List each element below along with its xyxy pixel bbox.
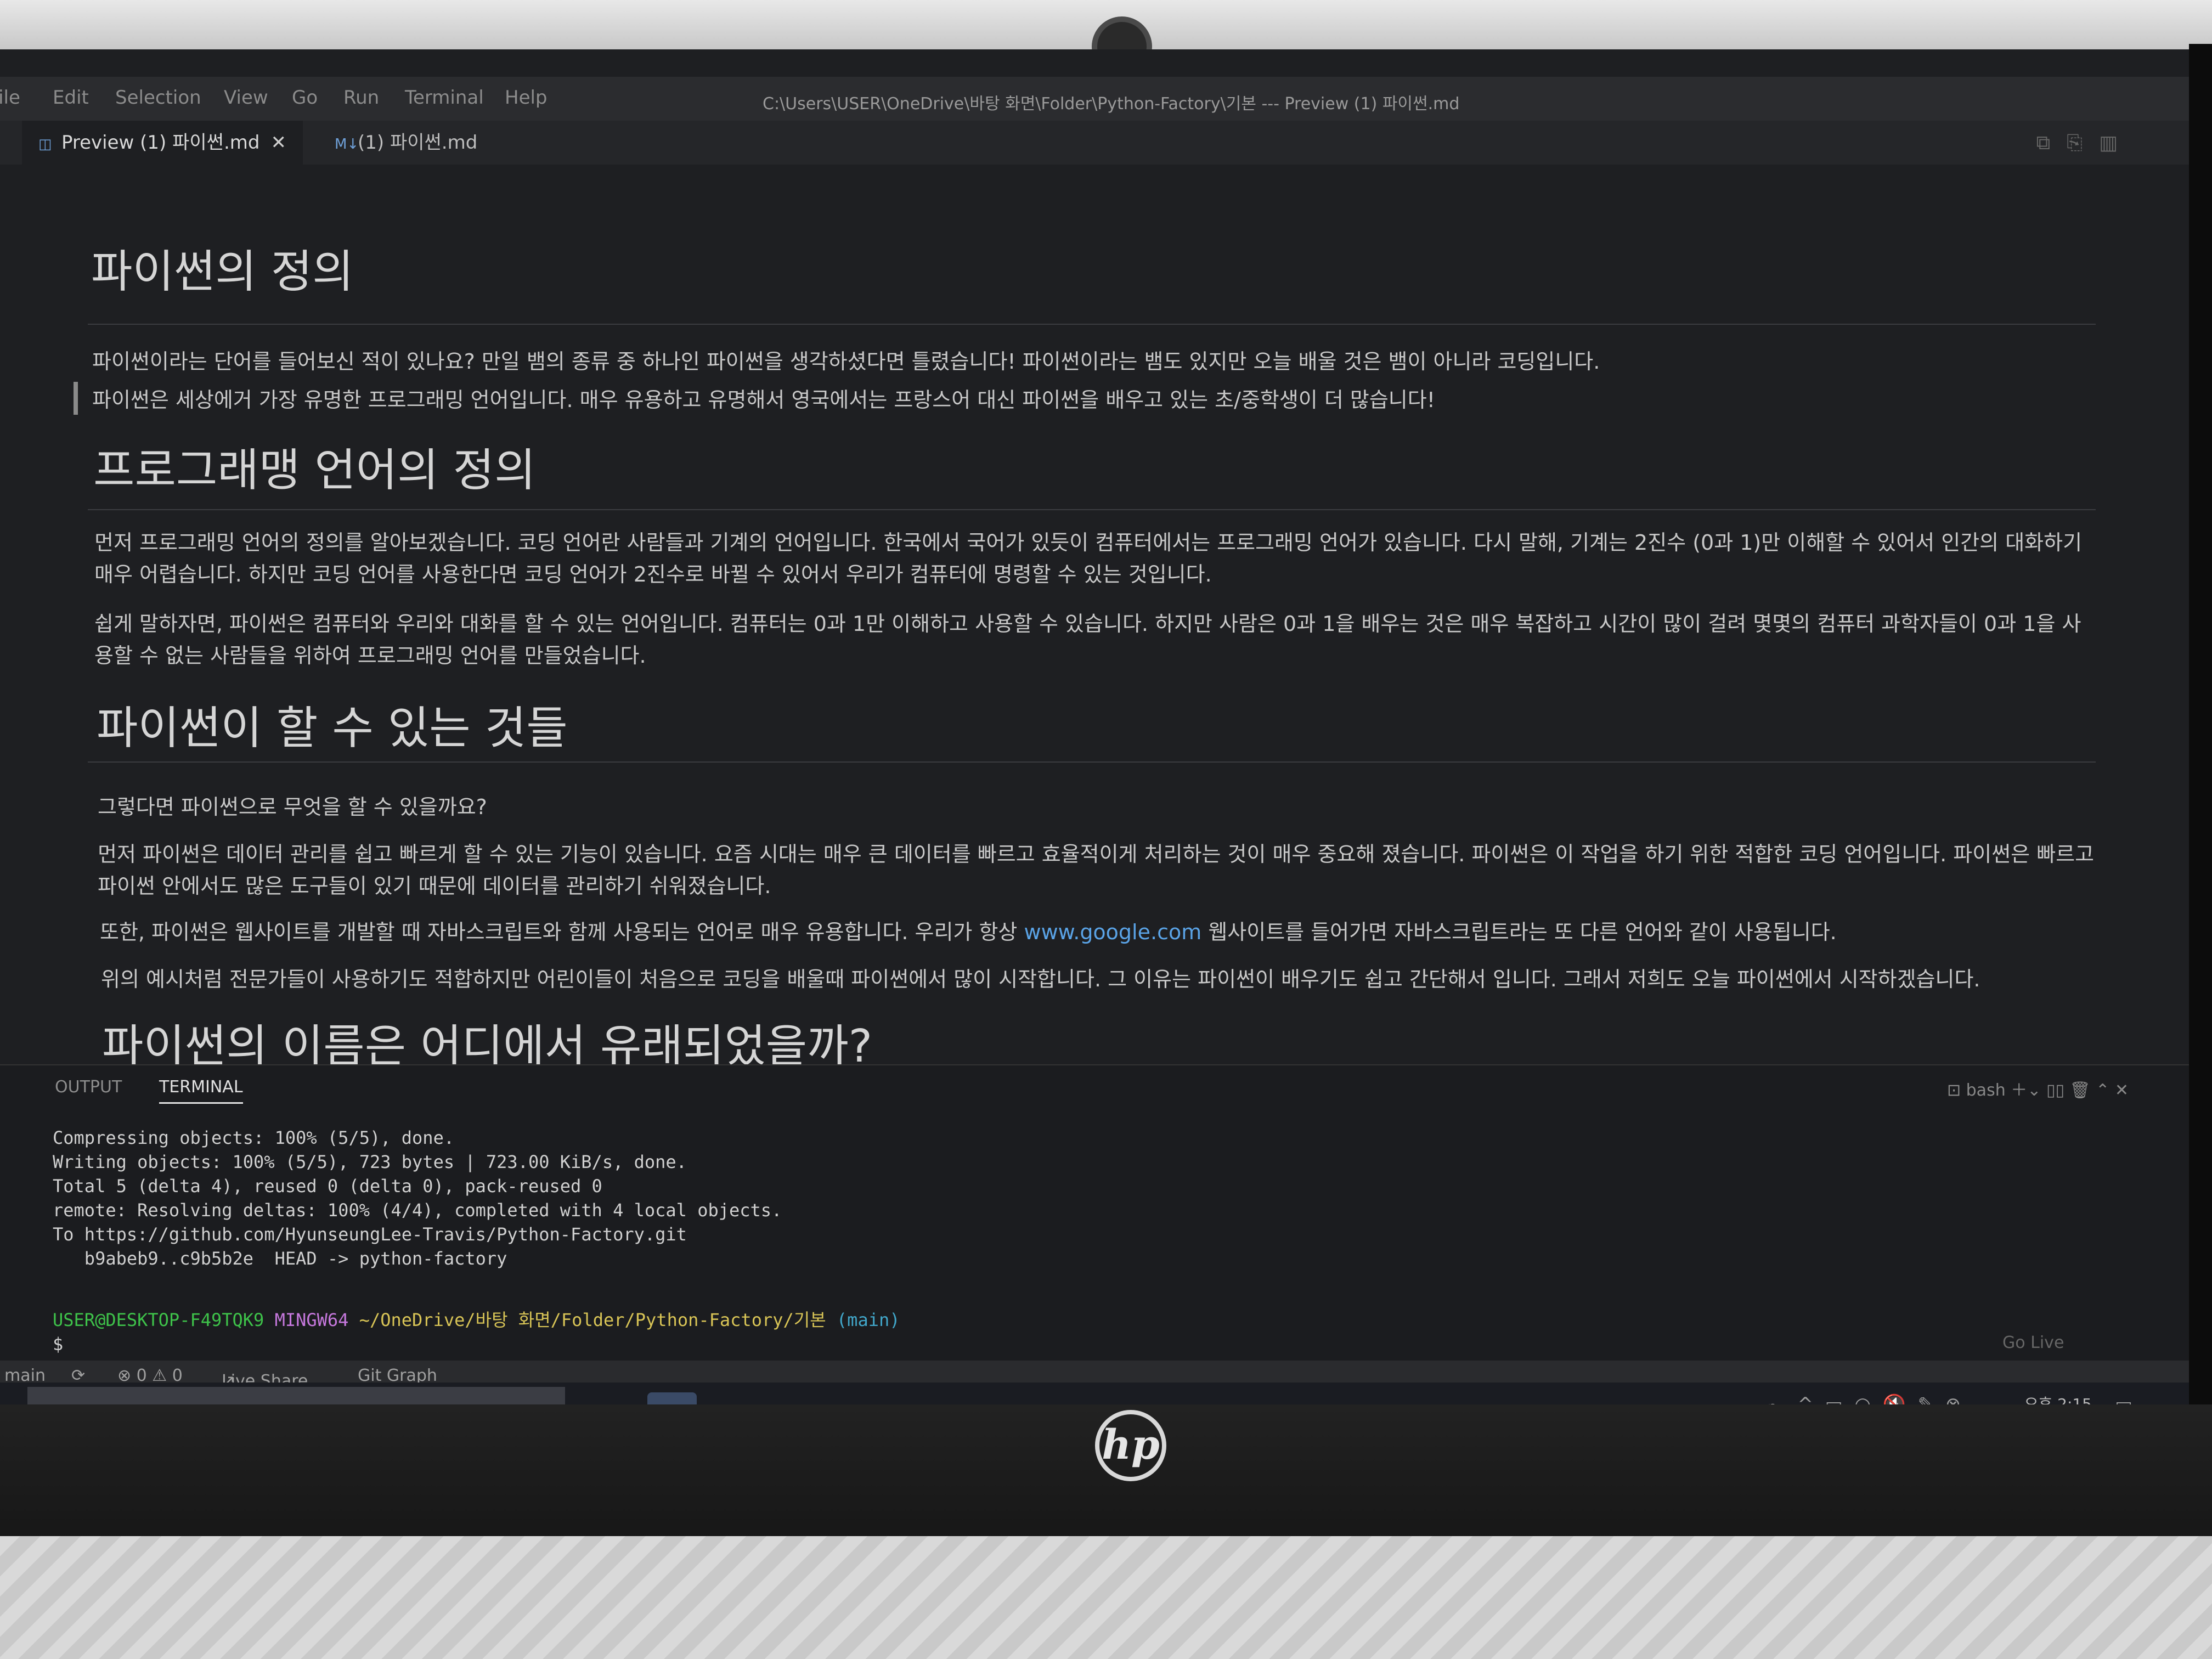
tab-preview-label: Preview (1) 파이썬.md <box>61 132 260 154</box>
bottom-panel: OUTPUT TERMINAL ⊡ bash ＋⌄ ▯▯ 🗑 ⌃ ✕ Compr… <box>0 1064 2189 1362</box>
heading-programming-language: 프로그래맹 언어의 정의 <box>93 444 536 496</box>
menu-view[interactable]: View <box>224 87 268 109</box>
prompt-symbol[interactable]: $ <box>53 1332 900 1356</box>
heading-what-python-can-do: 파이썬이 할 수 있는 것들 <box>97 702 568 754</box>
paragraph-beginners: 위의 예시처럼 전문가들이 사용하기도 적합하지만 어린이들이 처음으로 코딩을… <box>101 967 1980 991</box>
divider <box>88 509 2096 510</box>
hp-logo: hp <box>1095 1410 1166 1481</box>
paragraph-easy-explanation: 쉽게 말하자면, 파이썬은 컴퓨터와 우리와 대화를 할 수 있는 언어입니다.… <box>94 612 2081 668</box>
terminal-line: remote: Resolving deltas: 100% (4/4), co… <box>53 1200 782 1221</box>
screen: File Edit Selection View Go Run Terminal… <box>0 49 2189 1443</box>
google-link[interactable]: www.google.com <box>1024 920 1201 944</box>
terminal-output[interactable]: Compressing objects: 100% (5/5), done. Wr… <box>53 1126 900 1356</box>
divider <box>88 761 2096 763</box>
split-editor-icon[interactable]: ⧉ <box>2036 132 2067 154</box>
split-terminal-icon[interactable]: ▯▯ <box>2046 1081 2064 1100</box>
menu-go[interactable]: Go <box>292 87 318 109</box>
tab-markdown[interactable]: M↓(1) 파이썬.md <box>318 121 494 165</box>
menu-run[interactable]: Run <box>343 87 379 109</box>
terminal-line: Compressing objects: 100% (5/5), done. <box>53 1127 455 1148</box>
preview-icon: ◫ <box>38 136 52 153</box>
heading-definition: 파이썬의 정의 <box>91 246 354 298</box>
bezel-right <box>2189 44 2212 1481</box>
paragraph-web: 또한, 파이썬은 웹사이트를 개발할 때 자바스크립트와 함께 사용되는 언어로… <box>100 916 2097 948</box>
terminal-line: Total 5 (delta 4), reused 0 (delta 0), p… <box>53 1176 602 1197</box>
prompt-branch: (main) <box>836 1310 900 1330</box>
go-live-button[interactable]: Go Live <box>2002 1333 2064 1352</box>
terminal-icon: ⊡ <box>1946 1081 1961 1100</box>
paragraph-programming-definition: 먼저 프로그래밍 언어의 정의를 알아보겠습니다. 코딩 언어란 사람들과 기계… <box>94 531 2083 586</box>
paragraph-data-management: 먼저 파이썬은 데이터 관리를 쉽고 빠르게 할 수 있는 기능이 있습니다. … <box>98 842 2095 898</box>
markdown-icon: M↓ <box>335 136 359 153</box>
new-terminal-icon[interactable]: ＋⌄ <box>2011 1081 2041 1100</box>
editor-actions: ⧉⎘▥ <box>2036 132 2134 155</box>
terminal-line: Writing objects: 100% (5/5), 723 bytes |… <box>53 1152 687 1172</box>
tab-preview[interactable]: ◫ Preview (1) 파이썬.md ✕ <box>22 121 303 165</box>
tab-markdown-label: (1) 파이썬.md <box>358 132 478 154</box>
markdown-preview: 파이썬의 정의 파이썬이라는 단어를 들어보신 적이 있나요? 만일 뱀의 종류… <box>74 165 2112 1073</box>
menu-edit[interactable]: Edit <box>53 87 89 109</box>
prompt-host: MINGW64 <box>274 1310 349 1330</box>
more-actions-icon[interactable]: ▥ <box>2099 132 2134 154</box>
divider <box>88 324 2096 325</box>
menu-terminal[interactable]: Terminal <box>405 87 484 109</box>
shell-name[interactable]: bash <box>1966 1081 2006 1100</box>
window-title: C:\Users\USER\OneDrive\바탕 화면\Folder\Pyth… <box>763 94 1460 114</box>
close-icon[interactable]: ✕ <box>270 132 286 154</box>
tab-output[interactable]: OUTPUT <box>55 1077 122 1097</box>
paragraph-web-text: 또한, 파이썬은 웹사이트를 개발할 때 자바스크립트와 함께 사용되는 언어로… <box>100 920 1024 944</box>
blockquote-bar <box>74 382 78 415</box>
menu-bar: File Edit Selection View Go Run Terminal… <box>0 77 2189 121</box>
menu-selection[interactable]: Selection <box>115 87 201 109</box>
close-panel-icon[interactable]: ✕ <box>2115 1081 2129 1100</box>
panel-actions: ⊡ bash ＋⌄ ▯▯ 🗑 ⌃ ✕ <box>1947 1076 2129 1101</box>
terminal-line: To https://github.com/HyunseungLee-Travi… <box>53 1224 687 1245</box>
paragraph-web-text-end: 웹사이트를 들어가면 자바스크립트라는 또 다른 언어와 같이 사용됩니다. <box>1201 920 1837 944</box>
keyboard-deck <box>0 1536 2212 1659</box>
menu-file[interactable]: File <box>0 87 20 109</box>
terminal-prompt: USER@DESKTOP-F49TQK9 MINGW64 ~/OneDrive/… <box>53 1308 900 1332</box>
prompt-path: ~/OneDrive/바탕 화면/Folder/Python-Factory/기… <box>359 1310 826 1330</box>
open-source-icon[interactable]: ⎘ <box>2067 132 2099 154</box>
maximize-panel-icon[interactable]: ⌃ <box>2096 1081 2109 1100</box>
prompt-user: USER@DESKTOP-F49TQK9 <box>53 1310 264 1330</box>
paragraph-intro: 파이썬이라는 단어를 들어보신 적이 있나요? 만일 뱀의 종류 중 하나인 파… <box>92 349 1600 374</box>
trash-icon[interactable]: 🗑 <box>2070 1081 2091 1100</box>
paragraph-popularity: 파이썬은 세상에거 가장 유명한 프로그래밍 언어입니다. 매우 유용하고 유명… <box>92 388 1435 412</box>
tab-terminal[interactable]: TERMINAL <box>159 1077 243 1104</box>
paragraph-question: 그렇다면 파이썬으로 무엇을 할 수 있을까요? <box>98 795 487 819</box>
terminal-line: b9abeb9..c9b5b2e HEAD -> python-factory <box>53 1248 507 1269</box>
menu-help[interactable]: Help <box>505 87 548 109</box>
editor-tab-bar: ◫ Preview (1) 파이썬.md ✕ M↓(1) 파이썬.md <box>0 121 2189 165</box>
